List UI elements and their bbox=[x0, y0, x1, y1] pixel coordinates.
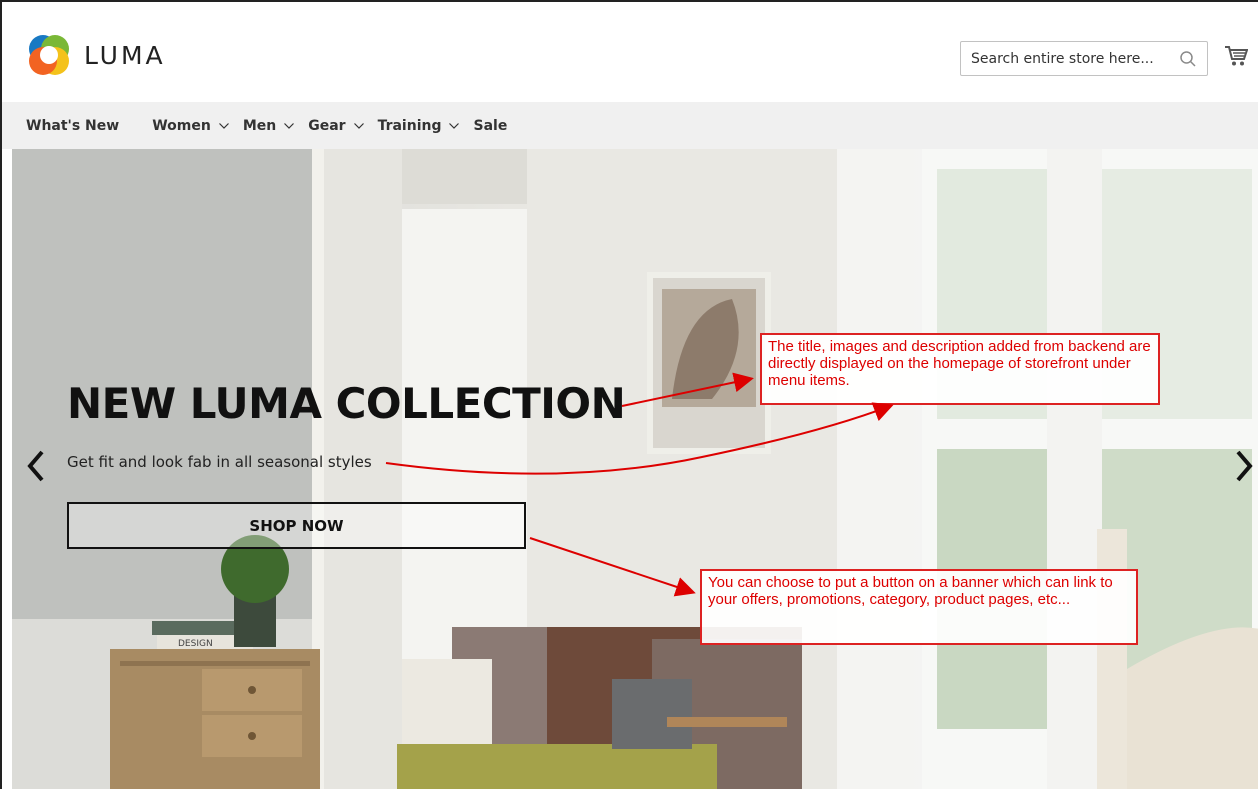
chevron-right-icon[interactable] bbox=[1234, 449, 1254, 483]
hero-banner: DESIGN NEW LUMA COLLECTION Get fit and l… bbox=[12, 149, 1258, 789]
page-frame: LUMA What's New Women Men bbox=[0, 0, 1258, 789]
nav-item-men[interactable]: Men bbox=[242, 117, 295, 134]
chevron-down-icon bbox=[353, 122, 364, 129]
chevron-left-icon[interactable] bbox=[26, 449, 46, 483]
nav-item-women[interactable]: Women bbox=[152, 118, 229, 134]
nav-item-label: Sale bbox=[473, 117, 508, 134]
cart-icon[interactable] bbox=[1224, 45, 1248, 67]
annotation-callout: The title, images and description added … bbox=[760, 333, 1160, 405]
chevron-down-icon bbox=[218, 122, 229, 129]
search-icon[interactable] bbox=[1179, 50, 1197, 68]
logo[interactable]: LUMA bbox=[26, 32, 166, 78]
brand-name: LUMA bbox=[84, 40, 166, 70]
nav-item-label: Men bbox=[242, 117, 277, 134]
hero-title: NEW LUMA COLLECTION bbox=[67, 379, 626, 428]
nav-item-sale[interactable]: Sale bbox=[473, 118, 507, 134]
nav-item-label: Training bbox=[377, 117, 442, 134]
book-label: DESIGN bbox=[178, 639, 213, 649]
main-navigation: What's New Women Men Gear Training Sale bbox=[2, 102, 1258, 149]
search-box bbox=[960, 41, 1208, 76]
nav-item-label: Women bbox=[152, 117, 211, 134]
annotation-callout: You can choose to put a button on a bann… bbox=[700, 569, 1138, 645]
chevron-down-icon bbox=[449, 122, 460, 129]
site-header: LUMA bbox=[2, 2, 1258, 102]
nav-item-label: What's New bbox=[26, 117, 120, 134]
chevron-down-icon bbox=[284, 122, 295, 129]
shop-now-button[interactable]: SHOP NOW bbox=[67, 502, 526, 549]
hero-description: Get fit and look fab in all seasonal sty… bbox=[67, 453, 372, 471]
nav-item-label: Gear bbox=[308, 117, 346, 134]
search-input[interactable] bbox=[961, 42, 1161, 75]
nav-item-gear[interactable]: Gear bbox=[308, 117, 364, 134]
luma-logo-icon bbox=[29, 35, 69, 75]
nav-item-training[interactable]: Training bbox=[378, 118, 460, 134]
nav-item-whats-new[interactable]: What's New bbox=[26, 118, 119, 134]
